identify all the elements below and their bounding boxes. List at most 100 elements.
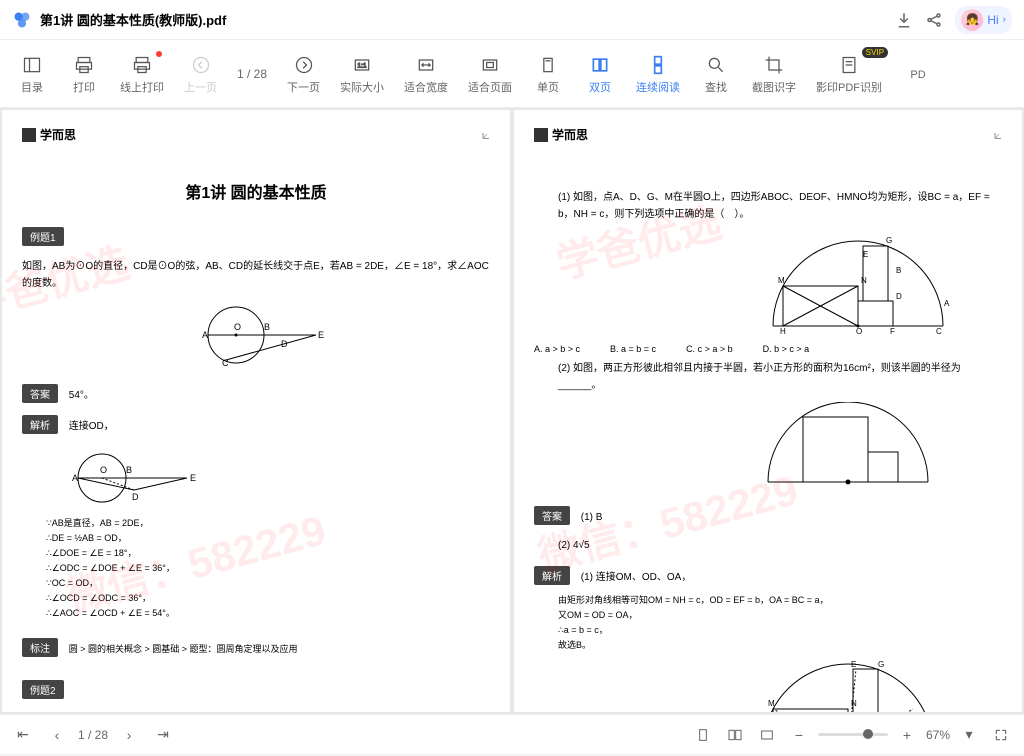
page-counter[interactable]: 1 / 28: [78, 728, 108, 742]
svg-text:G: G: [886, 236, 892, 245]
geometry-diagram-5: HOFCMNEGD: [694, 659, 1002, 712]
double-page-button[interactable]: 双页: [576, 49, 624, 99]
geometry-diagram-4: [694, 402, 1002, 492]
prev-page-button[interactable]: ‹: [44, 722, 70, 748]
shadow-pdf-button[interactable]: SVIP 影印PDF识别: [808, 49, 890, 99]
analysis-tag: 解析: [534, 566, 570, 585]
status-bar: ⇤ ‹ 1 / 28 › ⇥ − + 67% ▾: [0, 714, 1024, 754]
zoom-slider[interactable]: [818, 733, 888, 736]
main-toolbar: 目录 打印 线上打印 上一页 1 / 28 下一页 1:1 实际大小 适合宽度 …: [0, 40, 1024, 108]
fullscreen-button[interactable]: [988, 722, 1014, 748]
print-button[interactable]: 打印: [60, 49, 108, 99]
answer-text: 54°。: [69, 390, 94, 401]
online-print-button[interactable]: 线上打印: [112, 49, 172, 99]
analysis-line: ∴∠AOC = ∠OCD + ∠E = 54°。: [46, 606, 490, 619]
target-text: 圆 > 圆的相关概念 > 圆基础 > 题型：圆周角定理以及应用: [69, 644, 298, 654]
analysis-line: 又OM = OD = OA，: [558, 608, 1002, 621]
svg-text:F: F: [890, 327, 895, 336]
analysis-tag: 解析: [22, 415, 58, 434]
actual-size-icon: 1:1: [352, 53, 372, 77]
user-badge[interactable]: 👧 Hi ›: [955, 6, 1012, 34]
fit-page-button[interactable]: 适合页面: [460, 49, 520, 99]
document-title: 第1讲 圆的基本性质: [22, 179, 490, 203]
prev-page-button[interactable]: 上一页: [176, 49, 225, 99]
example-tag: 例题1: [22, 227, 64, 246]
hi-label: Hi: [987, 13, 998, 27]
svg-text:A: A: [202, 330, 208, 340]
analysis-line: 连接OD，: [69, 421, 114, 432]
analysis-line: 由矩形对角线相等可知OM = NH = c，OD = EF = b，OA = B…: [558, 593, 1002, 606]
fit-page-icon: [480, 53, 500, 77]
actual-size-button[interactable]: 1:1 实际大小: [332, 49, 392, 99]
view-continuous-icon[interactable]: [754, 722, 780, 748]
zoom-out-button[interactable]: −: [786, 722, 812, 748]
page-brand: 学而思: [534, 126, 1002, 143]
crop-icon: [764, 53, 784, 77]
analysis-line: ∴∠DOE = ∠E = 18°，: [46, 546, 490, 559]
svg-text:O: O: [100, 465, 107, 475]
page-indicator[interactable]: 1 / 28: [229, 67, 275, 81]
catalog-button[interactable]: 目录: [8, 49, 56, 99]
pd-button[interactable]: PD: [894, 63, 942, 85]
svg-text:A: A: [944, 299, 950, 308]
analysis-line: ∴∠OCD = ∠ODC = 36°，: [46, 591, 490, 604]
page-corner-icon: ⟀: [482, 126, 490, 143]
screenshot-ocr-button[interactable]: 截图识字: [744, 49, 804, 99]
pdf-viewport[interactable]: 学爸优选 微信：582229 学而思 ⟀ 第1讲 圆的基本性质 例题1 如图，A…: [0, 108, 1024, 714]
svg-text:C: C: [936, 327, 942, 336]
single-page-button[interactable]: 单页: [524, 49, 572, 99]
answer-text: (1) B: [581, 512, 603, 523]
analysis-line: (1) 连接OM、OD、OA，: [581, 572, 692, 583]
zoom-dropdown-icon[interactable]: ▾: [956, 722, 982, 748]
last-page-button[interactable]: ⇥: [150, 722, 176, 748]
search-icon: [706, 53, 726, 77]
svip-badge-icon: SVIP: [862, 47, 888, 58]
problem-text: 如图，AB为⊙O的直径，CD是⊙O的弦，AB、CD的延长线交于点E，若AB = …: [22, 258, 490, 292]
svg-text:B: B: [264, 322, 270, 332]
chevron-left-circle-icon: [191, 53, 211, 77]
svg-text:M: M: [768, 699, 775, 708]
answer-text: (2) 4√5: [558, 537, 1002, 554]
document-filename: 第1讲 圆的基本性质(教师版).pdf: [40, 10, 895, 29]
geometry-diagram-2: AOBDE: [62, 448, 490, 508]
page-corner-icon: ⟀: [994, 126, 1002, 143]
brand-icon: [534, 128, 548, 142]
catalog-icon: [22, 53, 42, 77]
option-b: B. a = b = c: [610, 344, 656, 354]
analysis-line: ∵AB是直径，AB = 2DE，: [46, 516, 490, 529]
continuous-button[interactable]: 连续阅读: [628, 49, 688, 99]
answer-tag: 答案: [534, 506, 570, 525]
geometry-diagram-1: AOBCDE: [22, 300, 490, 370]
double-page-icon: [590, 53, 610, 77]
title-bar: 第1讲 圆的基本性质(教师版).pdf 👧 Hi ›: [0, 0, 1024, 40]
svg-text:D: D: [132, 492, 139, 502]
geometry-diagram-3: HOFCMNGDAEB: [714, 231, 1002, 336]
option-a: A. a > b > c: [534, 344, 580, 354]
zoom-thumb[interactable]: [863, 729, 873, 739]
problem-text: (2) 如图，两正方形彼此相邻且内接于半圆，若小正方形的面积为16cm²，则该半…: [558, 360, 1002, 394]
answer-tag: 答案: [22, 384, 58, 403]
online-print-icon: [132, 53, 152, 77]
svg-text:A: A: [72, 473, 78, 483]
zoom-in-button[interactable]: +: [894, 722, 920, 748]
share-icon[interactable]: [925, 11, 943, 29]
analysis-line: ∵OC = OD，: [46, 576, 490, 589]
svg-text:E: E: [863, 250, 868, 259]
find-button[interactable]: 查找: [692, 49, 740, 99]
first-page-button[interactable]: ⇤: [10, 722, 36, 748]
fit-width-icon: [416, 53, 436, 77]
download-icon[interactable]: [895, 11, 913, 29]
svg-text:O: O: [856, 327, 862, 336]
svg-text:D: D: [896, 292, 902, 301]
next-page-button[interactable]: ›: [116, 722, 142, 748]
analysis-line: ∴∠ODC = ∠DOE + ∠E = 36°，: [46, 561, 490, 574]
option-d: D. b > c > a: [763, 344, 810, 354]
analysis-line: ∴a = b = c，: [558, 623, 1002, 636]
fit-width-button[interactable]: 适合宽度: [396, 49, 456, 99]
avatar-icon: 👧: [961, 9, 983, 31]
next-page-button[interactable]: 下一页: [279, 49, 328, 99]
view-single-icon[interactable]: [690, 722, 716, 748]
analysis-line: 故选B。: [558, 638, 1002, 651]
view-double-icon[interactable]: [722, 722, 748, 748]
target-tag: 标注: [22, 638, 58, 657]
